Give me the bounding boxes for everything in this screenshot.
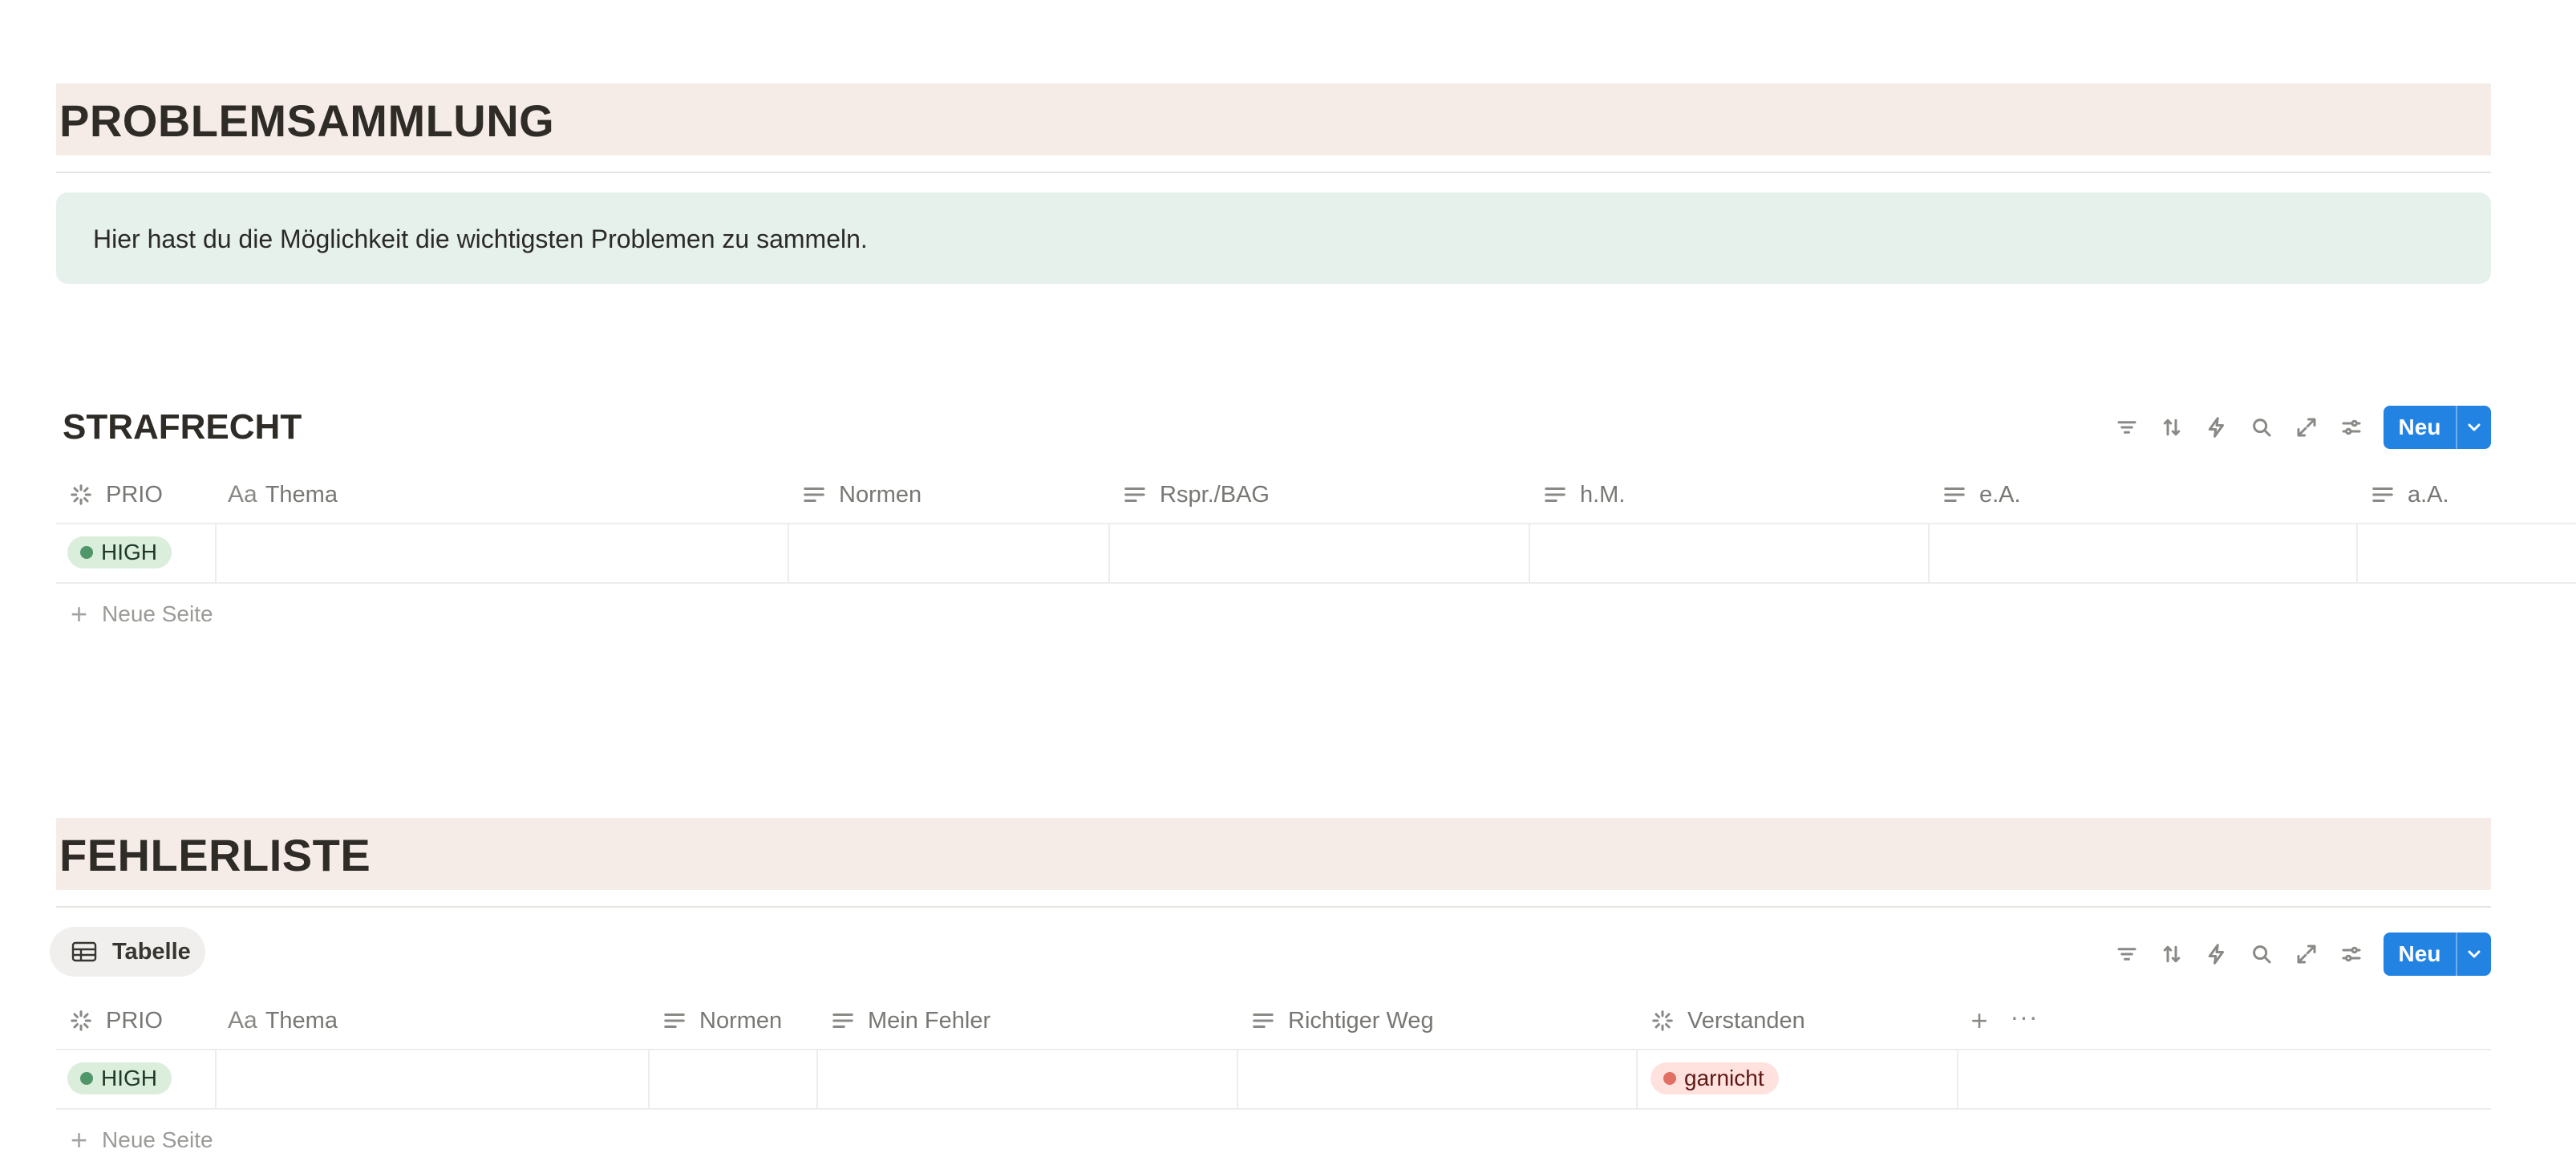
chevron-down-icon[interactable] <box>2457 406 2491 449</box>
plus-icon: + <box>71 1123 88 1156</box>
database-toolbar: Neu <box>2108 932 2493 976</box>
title-icon: Aa <box>228 1007 257 1034</box>
filter-icon[interactable] <box>2108 406 2146 449</box>
prio-badge[interactable]: HIGH <box>67 536 172 568</box>
new-button-label[interactable]: Neu <box>2384 932 2456 976</box>
info-callout[interactable]: Hier hast du die Möglichkeit die wichtig… <box>56 192 2491 284</box>
text-icon <box>661 1007 688 1034</box>
column-header-prio[interactable]: PRIO <box>67 991 163 1050</box>
filter-icon[interactable] <box>2108 932 2146 976</box>
table-row-divider <box>56 1049 2491 1050</box>
automation-icon[interactable] <box>2197 406 2236 449</box>
text-icon <box>1541 481 1569 508</box>
callout-text: Hier hast du die Möglichkeit die wichtig… <box>93 225 868 253</box>
add-column-icon[interactable]: + <box>1962 1003 1997 1038</box>
column-header-mein-fehler[interactable]: Mein Fehler <box>829 991 990 1050</box>
text-icon <box>1121 481 1148 508</box>
text-icon <box>2369 481 2396 508</box>
column-header-ea[interactable]: e.A. <box>1941 465 2021 524</box>
table-row-divider <box>56 582 2576 584</box>
add-page-button[interactable]: + Neue Seite <box>71 593 213 635</box>
status-icon <box>67 481 95 508</box>
table-row-divider <box>56 1108 2491 1110</box>
database-toolbar: Neu <box>2108 406 2493 449</box>
column-header-thema[interactable]: Aa Thema <box>228 465 338 524</box>
text-icon <box>1941 481 1968 508</box>
verstanden-badge[interactable]: garnicht <box>1651 1062 1779 1094</box>
new-button-label[interactable]: Neu <box>2384 406 2456 449</box>
sort-icon[interactable] <box>2153 932 2191 976</box>
table-icon <box>71 938 98 965</box>
sort-icon[interactable] <box>2153 406 2191 449</box>
new-entry-button[interactable]: Neu <box>2384 406 2491 449</box>
automation-icon[interactable] <box>2197 932 2236 976</box>
fehlerliste-heading-block[interactable]: FEHLERLISTE <box>56 818 2491 890</box>
column-header-hm[interactable]: h.M. <box>1541 465 1625 524</box>
expand-icon[interactable] <box>2287 932 2326 976</box>
title-icon: Aa <box>228 481 257 508</box>
column-header-normen[interactable]: Normen <box>661 991 782 1050</box>
chevron-down-icon[interactable] <box>2457 932 2491 976</box>
column-header-aa[interactable]: a.A. <box>2369 465 2449 524</box>
page-heading-problemsammlung: PROBLEMSAMMLUNG <box>59 95 555 146</box>
text-icon <box>1250 1007 1277 1034</box>
settings-icon[interactable] <box>2332 932 2371 976</box>
column-header-verstanden[interactable]: Verstanden <box>1649 991 1805 1050</box>
column-header-thema[interactable]: Aa Thema <box>228 991 338 1050</box>
column-header-prio[interactable]: PRIO <box>67 465 163 524</box>
status-icon <box>67 1007 95 1034</box>
search-icon[interactable] <box>2242 406 2281 449</box>
add-page-button[interactable]: + Neue Seite <box>71 1119 213 1161</box>
settings-icon[interactable] <box>2332 406 2371 449</box>
page-heading-fehlerliste: FEHLERLISTE <box>59 830 371 880</box>
status-icon <box>1649 1007 1676 1034</box>
divider <box>56 172 2491 173</box>
prio-badge[interactable]: HIGH <box>67 1062 172 1094</box>
search-icon[interactable] <box>2242 932 2281 976</box>
database-title-strafrecht[interactable]: STRAFRECHT <box>63 407 302 447</box>
new-entry-button[interactable]: Neu <box>2384 932 2491 976</box>
cell-thema[interactable] <box>217 524 788 582</box>
column-header-normen[interactable]: Normen <box>800 465 921 524</box>
plus-icon: + <box>71 597 88 630</box>
more-options-icon[interactable]: ··· <box>2007 999 2042 1034</box>
divider <box>56 906 2491 908</box>
text-icon <box>829 1007 857 1034</box>
problemsammlung-heading-block[interactable]: PROBLEMSAMMLUNG <box>56 83 2491 156</box>
column-header-rspr-bag[interactable]: Rspr./BAG <box>1121 465 1270 524</box>
text-icon <box>800 481 828 508</box>
expand-icon[interactable] <box>2287 406 2326 449</box>
column-header-richtiger-weg[interactable]: Richtiger Weg <box>1250 991 1434 1050</box>
view-tab-tabelle[interactable]: Tabelle <box>50 927 205 977</box>
